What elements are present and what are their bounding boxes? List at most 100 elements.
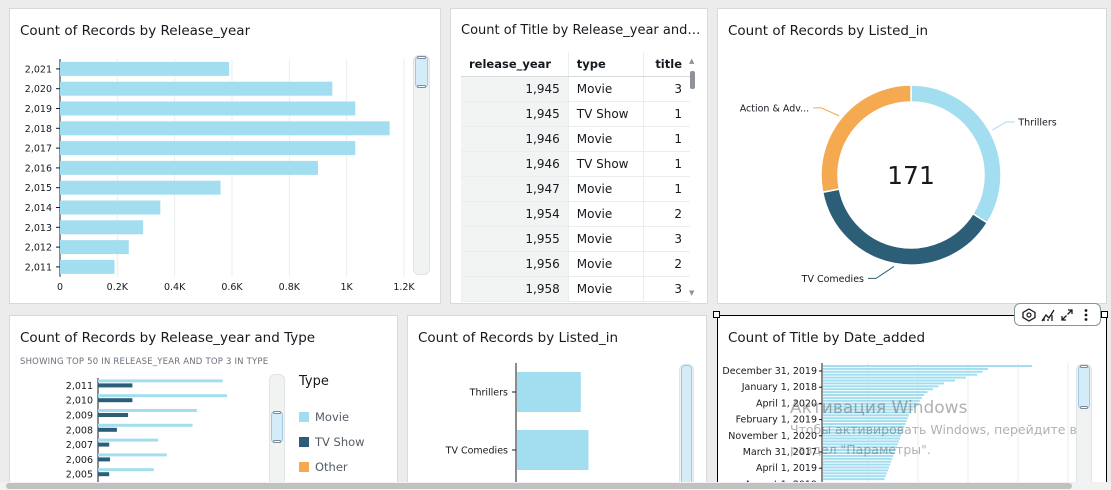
visual-listed-in-donut[interactable]: Count of Records by Listed_in Thrillers T… [717,8,1107,304]
bar [60,240,129,255]
table-row[interactable]: 1,946 Movie 1 [461,126,690,152]
bar [823,382,944,385]
table-cell: 1 [642,126,690,152]
bar-tvshow [98,383,133,388]
bar [823,478,885,481]
resize-handle[interactable] [713,311,720,318]
slice-label: TV Comedies [801,274,864,285]
bar [823,466,889,469]
chart-scrollbar[interactable] [413,55,430,275]
table-row[interactable]: 1,955 Movie 3 [461,226,690,252]
y-tick-label: 2,020 [25,84,52,95]
visual-title-table[interactable]: Count of Title by Release_year and Type … [450,8,708,304]
table-row[interactable]: 1,947 Movie 1 [461,176,690,202]
more-icon[interactable] [1077,306,1095,324]
y-tick-label: 2,011 [25,262,52,273]
x-tick-label: 0.4K [164,282,186,293]
scroll-down-icon[interactable]: ▼ [689,289,694,297]
table-cell: TV Show [567,101,643,127]
scrollbar-thumb[interactable] [681,365,692,484]
y-tick-label: April 1, 2019 [756,463,817,474]
bar [517,430,589,470]
bar-movie [98,453,167,457]
bar-movie [98,394,227,398]
table-cell: 3 [642,276,690,302]
filter-icon[interactable] [1020,306,1038,324]
bar [823,463,891,466]
visual-listed-in-bar[interactable]: Count of Records by Listed_in Thrillers T… [407,315,707,485]
y-tick-label: 2,014 [25,203,52,214]
chart-type-icon[interactable] [1039,306,1057,324]
table-cell: 1 [642,101,690,127]
bar [823,460,892,463]
y-tick-label: 2,007 [66,440,93,451]
table-row[interactable]: 1,945 Movie 3 [461,76,690,102]
y-tick-label: December 31, 2019 [722,366,817,377]
table-scrollbar[interactable]: ▲ ▼ [687,57,699,297]
legend-item-other[interactable]: Other [299,460,348,474]
y-tick-label: 2,021 [25,64,52,75]
windows-activation-line1: Активация Windows [790,398,968,418]
data-table: release_year type title 1,945 Movie 3 1,945 TV… [461,52,690,302]
table-row[interactable]: 1,958 Movie 3 [461,276,690,302]
table-row[interactable]: 1,956 Movie 2 [461,251,690,277]
bar [823,388,933,391]
bar [823,370,983,373]
bar-movie [98,379,223,383]
y-tick-label: 2,011 [66,381,93,392]
scrollbar-thumb[interactable] [6,483,1072,489]
column-header-release-year[interactable]: release_year [461,52,569,77]
scrollbar-thumb[interactable] [690,71,695,89]
table-cell: Movie [567,226,643,252]
bar [823,475,886,478]
scrollbar-thumb[interactable] [271,411,283,443]
bar [823,469,888,472]
x-tick-label: 1.2K [393,282,415,293]
table-cell: 2 [642,251,690,277]
chart-scrollbar[interactable] [269,374,285,484]
legend-title: Type [299,374,329,389]
resize-handle[interactable] [1101,311,1108,318]
table-cell: 1,946 [461,126,569,152]
bar [60,121,390,136]
page-horizontal-scrollbar[interactable] [0,482,1111,490]
bar-chart[interactable]: 0 0.2K 0.4K 0.6K 0.8K 1K 1.2K 2,021 2,020 2,019 2,… [10,9,441,304]
table-cell: 1,955 [461,226,569,252]
table-cell: 1,954 [461,201,569,227]
x-tick-label: 0 [57,282,63,293]
windows-activation-line3: раздел "Параметры". [790,442,931,457]
bar [60,81,333,96]
visual-release-year-bar[interactable]: Count of Records by Release_year 0 0.2K 0.… [9,8,441,304]
y-tick-label: Thrillers [469,388,508,399]
donut-total: 171 [887,161,935,190]
expand-icon[interactable] [1058,306,1076,324]
chart-scrollbar[interactable] [679,364,694,484]
scrollbar-thumb[interactable] [415,56,428,88]
y-tick-label: 2,009 [66,411,93,422]
y-tick-label: 2,006 [66,455,93,466]
table-row[interactable]: 1,954 Movie 2 [461,201,690,227]
table-cell: 1,945 [461,101,569,127]
legend-item-movie[interactable]: Movie [299,410,349,424]
leader-line [868,266,895,279]
slice-label: Thrillers [1017,117,1056,128]
bar-chart[interactable]: Thrillers TV Comedies [408,316,707,485]
scrollbar-thumb[interactable] [1078,365,1090,409]
chart-scrollbar[interactable] [1076,364,1092,484]
y-tick-label: 2,013 [25,223,52,234]
x-tick-label: 0.8K [279,282,301,293]
legend-item-tvshow[interactable]: TV Show [299,435,365,449]
x-tick-label: 0.2K [107,282,129,293]
visual-release-year-type-bar[interactable]: Count of Records by Release_year and Typ… [9,315,398,485]
table-row[interactable]: 1,945 TV Show 1 [461,101,690,127]
y-tick-label: 2,012 [25,243,52,254]
donut-chart[interactable]: Thrillers TV Comedies Action & Adv... 171 [718,9,1107,304]
bar [60,101,356,116]
column-header-type[interactable]: type [567,52,643,77]
scroll-up-icon[interactable]: ▲ [689,57,694,65]
table-row[interactable]: 1,946 TV Show 1 [461,151,690,177]
table-cell: 1,945 [461,76,569,102]
slice-label: Action & Adv... [740,103,810,114]
y-tick-label: 2,016 [25,163,52,174]
column-header-title[interactable]: title [642,52,690,77]
